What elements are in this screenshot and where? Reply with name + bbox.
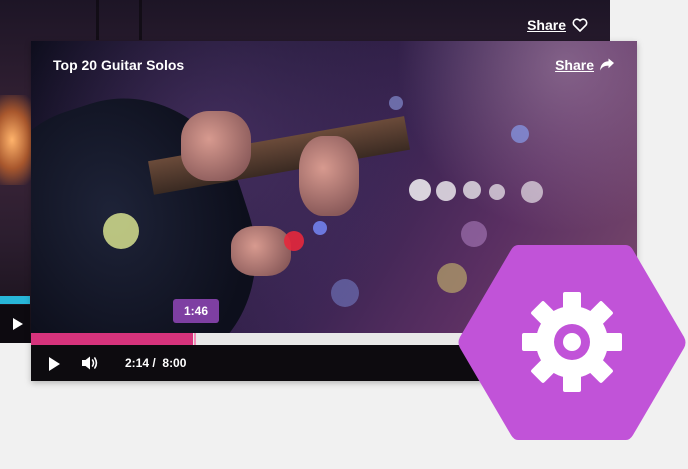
play-icon[interactable] [49,357,60,371]
hand [181,111,251,181]
bokeh-light [389,96,403,110]
bokeh-light [511,125,529,143]
back-controls-bar [0,305,30,343]
bokeh-light [103,213,139,249]
hover-time-tooltip: 1:46 [173,299,219,323]
heart-icon [572,18,588,32]
share-arrow-icon [600,58,614,71]
bokeh-light [331,279,359,307]
bokeh-light [463,181,481,199]
bokeh-light [489,184,505,200]
time-display: 2:14 / 8:00 [125,356,186,370]
current-time: 2:14 [125,356,150,370]
bokeh-light [313,221,327,235]
seek-bar-played [31,333,194,345]
bokeh-light [284,231,304,251]
bokeh-light [521,181,543,203]
duration: 8:00 [162,356,187,370]
time-separator: / [152,356,156,370]
seek-hover-marker [194,333,196,345]
hand [299,136,359,216]
play-icon[interactable] [13,318,23,330]
volume-icon[interactable] [81,355,99,371]
share-label: Share [527,17,566,33]
bokeh-light [436,181,456,201]
guitar-body [31,67,288,333]
share-label: Share [555,57,594,73]
gear-icon [522,292,622,392]
hand [231,226,291,276]
share-button-back[interactable]: Share [527,17,588,33]
settings-badge[interactable] [456,241,688,444]
share-button[interactable]: Share [555,57,615,73]
bokeh-light [409,179,431,201]
video-title: Top 20 Guitar Solos [53,57,185,73]
back-progress-bar[interactable] [0,296,30,304]
bridge-tower [96,0,142,40]
